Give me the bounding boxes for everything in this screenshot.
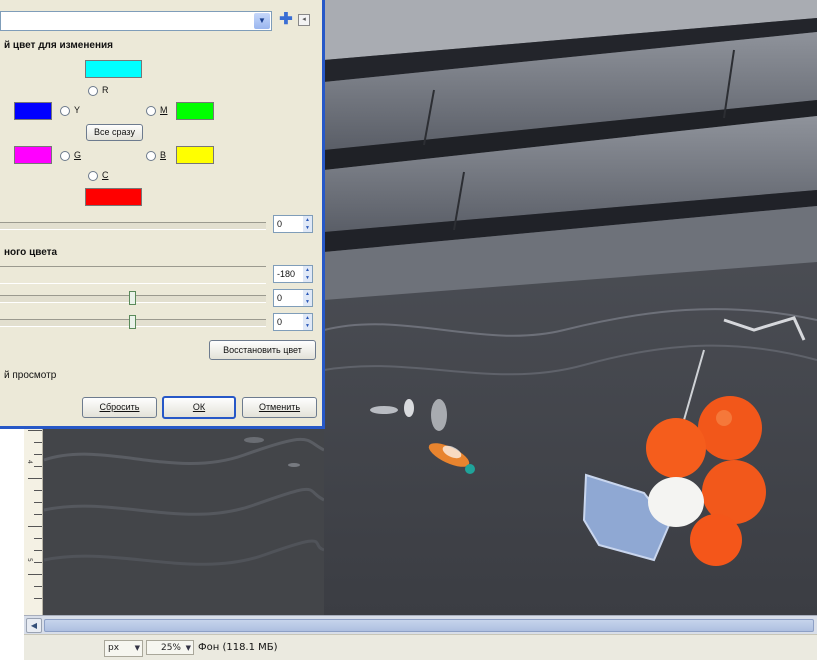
zoom-select[interactable]: 25% ▼ [146,640,194,655]
radio-m-label: M [160,105,168,115]
vertical-ruler: 4 5 [24,420,43,615]
spin-arrows-icon[interactable]: ▲ ▼ [303,314,312,330]
swatch-green [176,102,214,120]
primary-color-title: й цвет для изменения [4,40,113,51]
overlap-slider[interactable] [0,222,266,230]
saturation-slider-handle[interactable] [129,315,136,329]
preview-label[interactable]: й просмотр [4,370,56,381]
hue-value: -180 [277,269,296,279]
unit-value: px [108,643,120,653]
chevron-down-icon: ▼ [134,644,140,652]
reset-button[interactable]: Сбросить [82,397,157,418]
radio-r-label: R [102,85,109,95]
add-preset-icon[interactable]: ✚ [279,12,293,28]
unit-select[interactable]: px ▼ [104,640,143,657]
status-bar: px ▼ 25% ▼ Фон (118.1 МБ) [24,634,817,660]
overlap-spin[interactable]: 0 ▲ ▼ [273,215,313,233]
saturation-value: 0 [277,317,283,327]
radio-m[interactable] [146,106,156,116]
hue-slider[interactable] [0,266,266,284]
chevron-down-icon: ▼ [185,644,191,652]
zoom-value: 25% [160,643,181,653]
radio-y-label: Y [74,105,81,115]
canvas-lower [24,420,324,615]
preset-menu-icon[interactable]: ◂ [298,14,310,26]
radio-c-label: C [102,170,109,180]
horizontal-scrollbar[interactable]: ◀ [24,615,817,634]
restore-color-button[interactable]: Восстановить цвет [209,340,316,360]
saturation-spin[interactable]: 0 ▲ ▼ [273,313,313,331]
swatch-blue [14,102,52,120]
swatch-red [85,188,142,206]
ruler-label: 5 [26,558,33,562]
radio-b[interactable] [146,151,156,161]
preset-combo[interactable]: ▼ [0,11,272,31]
radio-g[interactable] [60,151,70,161]
hue-saturation-dialog: ▼ ✚ ◂ й цвет для изменения R Y M Все сра… [0,0,325,429]
ok-button[interactable]: ОК [162,396,236,419]
radio-b-label: B [160,150,167,160]
spin-arrows-icon[interactable]: ▲ ▼ [303,216,312,232]
lightness-value: 0 [277,293,283,303]
radio-y[interactable] [60,106,70,116]
adjust-color-title: ного цвета [4,247,58,258]
spin-arrows-icon[interactable]: ▲ ▼ [303,290,312,306]
photo-upper [324,0,817,615]
cancel-button[interactable]: Отменить [242,397,317,418]
lightness-slider-handle[interactable] [129,291,136,305]
overlap-value: 0 [277,219,283,229]
scroll-left-button[interactable]: ◀ [26,618,42,633]
hue-spin[interactable]: -180 ▲ ▼ [273,265,313,283]
radio-c[interactable] [88,171,98,181]
swatch-magenta [14,146,52,164]
swatch-yellow [176,146,214,164]
all-at-once-button[interactable]: Все сразу [86,124,143,141]
radio-r[interactable] [88,86,98,96]
layer-info: Фон (118.1 МБ) [198,642,278,653]
ruler-label: 4 [26,460,33,464]
lightness-spin[interactable]: 0 ▲ ▼ [273,289,313,307]
spin-arrows-icon[interactable]: ▲ ▼ [303,266,312,282]
swatch-cyan [85,60,142,78]
radio-g-label: G [74,150,82,160]
scroll-thumb[interactable] [44,619,814,632]
chevron-down-icon[interactable]: ▼ [254,13,270,29]
